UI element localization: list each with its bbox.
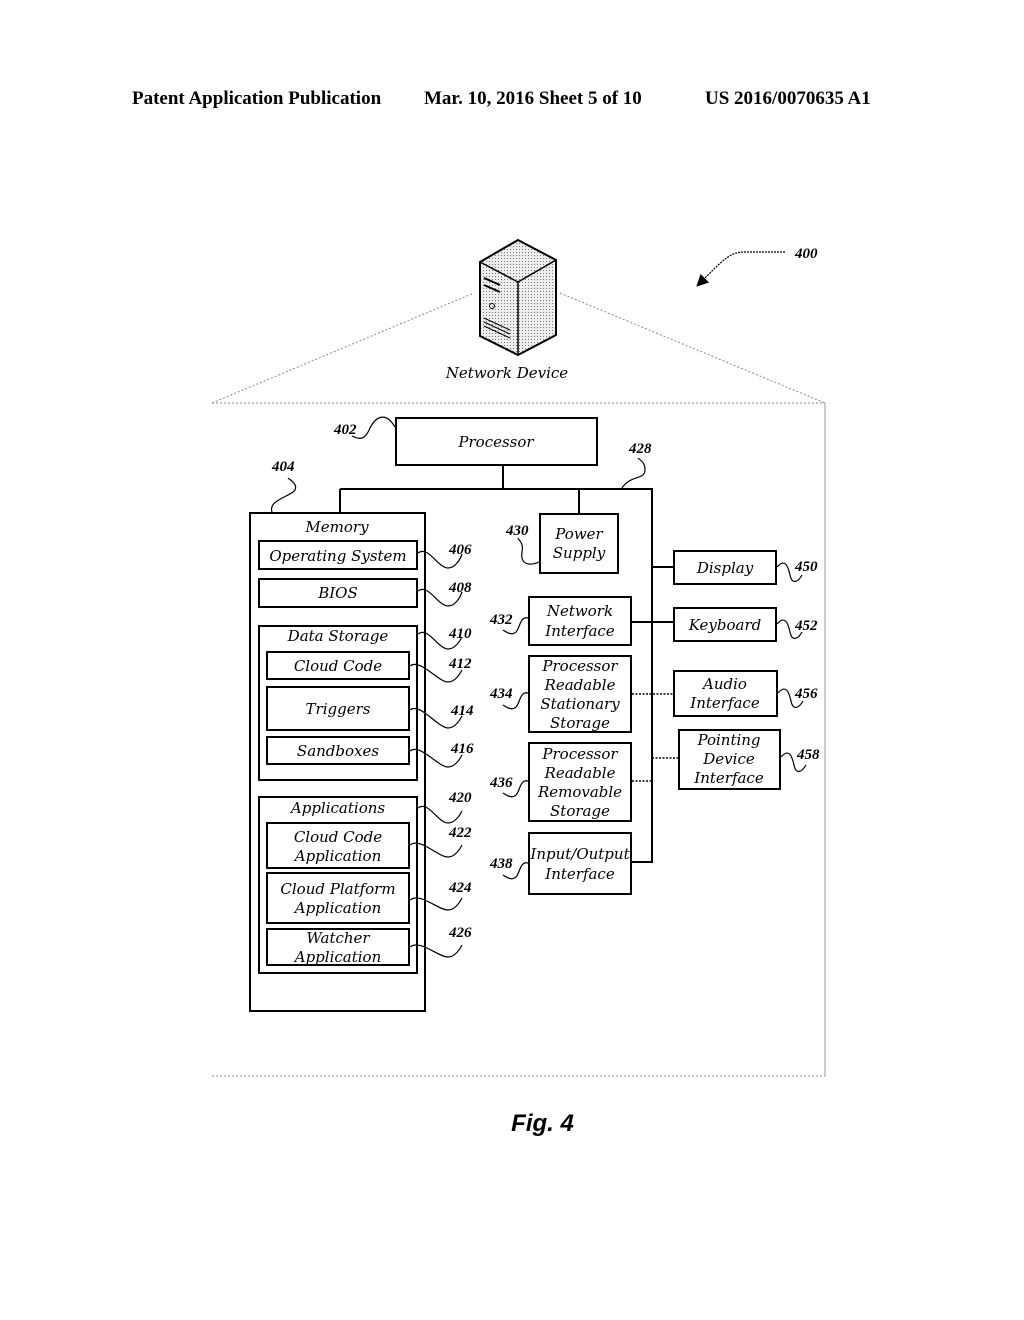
server-icon: [479, 238, 557, 357]
keyboard-ref: 452: [794, 618, 818, 634]
keyboard-label: Keyboard: [688, 616, 762, 634]
display-label: Display: [696, 559, 754, 577]
applications-ref: 420: [448, 790, 472, 806]
audio-interface-line1: Audio: [701, 675, 747, 693]
device-label: Network Device: [445, 364, 569, 382]
data-storage-ref: 410: [448, 626, 472, 642]
display-ref: 450: [794, 559, 818, 575]
cloud-platform-application-line2: Application: [293, 899, 382, 917]
watcher-application-line1: Watcher: [306, 929, 370, 947]
stationary-storage-line1: Processor: [541, 657, 618, 675]
triggers-ref: 414: [450, 703, 474, 719]
power-supply-ref: 430: [505, 523, 529, 539]
removable-storage-ref: 436: [489, 775, 513, 791]
sandboxes-ref: 416: [450, 741, 474, 757]
stationary-storage-block: Processor Readable Stationary Storage 43…: [489, 655, 632, 733]
display-block: Display 450: [673, 550, 818, 585]
memory-label: Memory: [304, 518, 369, 536]
cloud-platform-application-line1: Cloud Platform: [280, 880, 395, 898]
pointing-device-block: Pointing Device Interface 458: [678, 729, 820, 790]
pointing-device-line2: Device: [702, 750, 755, 768]
network-interface-line1: Network: [546, 602, 613, 620]
memory-block: Memory 404 Operating System 406 BIOS 408…: [249, 459, 474, 1012]
pointing-device-ref: 458: [796, 747, 820, 763]
cloud-code-application-line2: Application: [293, 847, 382, 865]
removable-storage-line4: Storage: [550, 802, 610, 820]
cloud-code-application-line1: Cloud Code: [294, 828, 382, 846]
io-interface-ref: 438: [489, 856, 513, 872]
triggers-label: Triggers: [306, 700, 371, 718]
audio-interface-ref: 456: [794, 686, 818, 702]
processor-ref: 402: [333, 422, 357, 438]
stationary-storage-line3: Stationary: [540, 695, 620, 713]
pointing-device-line1: Pointing: [696, 731, 760, 749]
bios-ref: 408: [448, 580, 472, 596]
pointing-device-line3: Interface: [693, 769, 764, 787]
cloud-code-label: Cloud Code: [294, 657, 382, 675]
bus-ref: 428: [628, 441, 652, 457]
cloud-code-ref: 412: [448, 656, 472, 672]
watcher-application-ref: 426: [448, 925, 472, 941]
stationary-storage-line2: Readable: [544, 676, 616, 694]
io-interface-line2: Interface: [544, 865, 615, 883]
io-interface-line1: Input/Output: [529, 845, 630, 863]
cloud-platform-application-ref: 424: [448, 880, 472, 896]
cloud-code-application-ref: 422: [448, 825, 472, 841]
processor-label: Processor: [457, 433, 534, 451]
operating-system-label: Operating System: [269, 547, 406, 565]
network-interface-block: Network Interface 432: [489, 596, 632, 646]
data-storage-label: Data Storage: [287, 627, 389, 645]
keyboard-block: Keyboard 452: [673, 607, 818, 642]
removable-storage-line1: Processor: [541, 745, 618, 763]
processor-block: Processor 402: [333, 416, 598, 466]
network-interface-ref: 432: [489, 612, 513, 628]
memory-ref: 404: [271, 459, 295, 475]
power-supply-line1: Power: [554, 525, 603, 543]
removable-storage-block: Processor Readable Removable Storage 436: [489, 742, 632, 822]
figure-caption: Fig. 4: [511, 1110, 574, 1137]
power-supply-block: Power Supply 430: [505, 513, 619, 574]
network-interface-line2: Interface: [544, 622, 615, 640]
removable-storage-line2: Readable: [544, 764, 616, 782]
bios-label: BIOS: [317, 584, 358, 602]
audio-interface-block: Audio Interface 456: [673, 670, 818, 717]
stationary-storage-ref: 434: [489, 686, 513, 702]
applications-label: Applications: [289, 799, 385, 817]
io-interface-block: Input/Output Interface 438: [489, 832, 632, 895]
figure-ref: 400: [794, 246, 818, 262]
removable-storage-line3: Removable: [537, 783, 622, 801]
power-supply-line2: Supply: [553, 544, 606, 562]
stationary-storage-line4: Storage: [550, 714, 610, 732]
sandboxes-label: Sandboxes: [297, 742, 379, 760]
operating-system-ref: 406: [448, 542, 472, 558]
figure-ref-pointer: 400: [696, 246, 818, 287]
watcher-application-line2: Application: [293, 948, 382, 966]
audio-interface-line2: Interface: [689, 694, 760, 712]
